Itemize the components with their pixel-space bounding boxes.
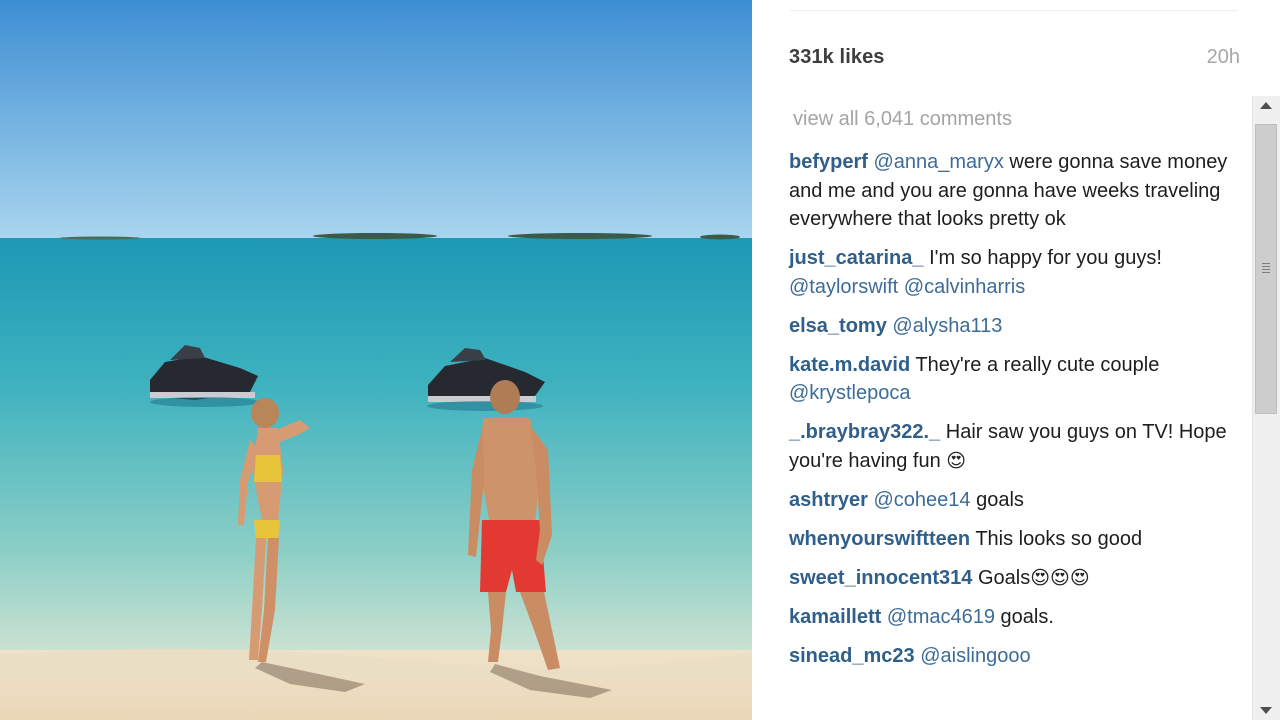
comment-item: just_catarina_ I'm so happy for you guys…: [789, 244, 1229, 301]
comment-mention[interactable]: @tmac4619: [887, 606, 995, 628]
comment-item: kate.m.david They're a really cute coupl…: [789, 351, 1229, 408]
post-side-panel: 331k likes 20h view all 6,041 comments b…: [752, 0, 1252, 720]
comment-username[interactable]: befyperf: [789, 151, 868, 173]
comment-item: befyperf @anna_maryx were gonna save mon…: [789, 148, 1229, 234]
heart-eyes-emoji-icon: 😍: [946, 449, 967, 472]
comments-scrollbar[interactable]: [1252, 96, 1280, 720]
comment-mention[interactable]: @aislingooo: [920, 645, 1030, 667]
comment-text: This looks so good: [970, 527, 1143, 550]
comment-mention[interactable]: @taylorswift: [789, 276, 898, 298]
comment-mention[interactable]: @cohee14: [874, 489, 971, 511]
post-photo: [0, 0, 752, 720]
comment-text: Goals: [972, 566, 1031, 589]
comment-item: whenyourswiftteen This looks so good: [789, 525, 1229, 554]
comment-item: ashtryer @cohee14 goals: [789, 486, 1229, 515]
comments-list: befyperf @anna_maryx were gonna save mon…: [789, 148, 1229, 681]
comment-username[interactable]: kamaillett: [789, 606, 881, 628]
comment-username[interactable]: elsa_tomy: [789, 315, 887, 337]
view-all-comments-link[interactable]: view all 6,041 comments: [793, 108, 1012, 131]
comment-text: I'm so happy for you guys!: [923, 247, 1162, 269]
comment-item: _.braybray322._ Hair saw you guys on TV!…: [789, 418, 1229, 475]
comment-username[interactable]: _.braybray322._: [789, 421, 940, 443]
comment-username[interactable]: sinead_mc23: [789, 645, 915, 667]
scrollbar-thumb[interactable]: [1255, 124, 1277, 414]
comment-text: goals.: [994, 605, 1054, 628]
beach-photo-image: [0, 0, 752, 720]
comment-item: sinead_mc23 @aislingooo: [789, 642, 1229, 671]
comment-username[interactable]: ashtryer: [789, 489, 868, 511]
scroll-down-arrow-icon[interactable]: [1260, 707, 1272, 714]
post-timestamp[interactable]: 20h: [1207, 46, 1240, 69]
comment-username[interactable]: kate.m.david: [789, 354, 910, 376]
likes-count[interactable]: 331k likes: [789, 46, 885, 69]
comment-text: goals: [970, 488, 1024, 511]
comment-item: kamaillett @tmac4619 goals.: [789, 603, 1229, 632]
comment-username[interactable]: just_catarina_: [789, 247, 924, 269]
divider: [790, 10, 1238, 11]
heart-eyes-emoji-icon: 😍😍😍: [1030, 566, 1090, 589]
comment-username[interactable]: whenyourswiftteen: [789, 528, 970, 550]
comment-username[interactable]: sweet_innocent314: [789, 567, 972, 589]
comment-text: They're a really cute couple: [910, 353, 1160, 376]
comment-mention[interactable]: @calvinharris: [904, 276, 1025, 298]
comment-item: sweet_innocent314 Goals😍😍😍: [789, 564, 1229, 593]
comment-item: elsa_tomy @alysha113: [789, 312, 1229, 341]
comment-mention[interactable]: @anna_maryx: [873, 151, 1003, 173]
comment-mention[interactable]: @alysha113: [892, 315, 1002, 337]
scroll-up-arrow-icon[interactable]: [1260, 102, 1272, 109]
grip-icon: [1262, 263, 1270, 273]
comment-mention[interactable]: @krystlepoca: [789, 382, 910, 404]
